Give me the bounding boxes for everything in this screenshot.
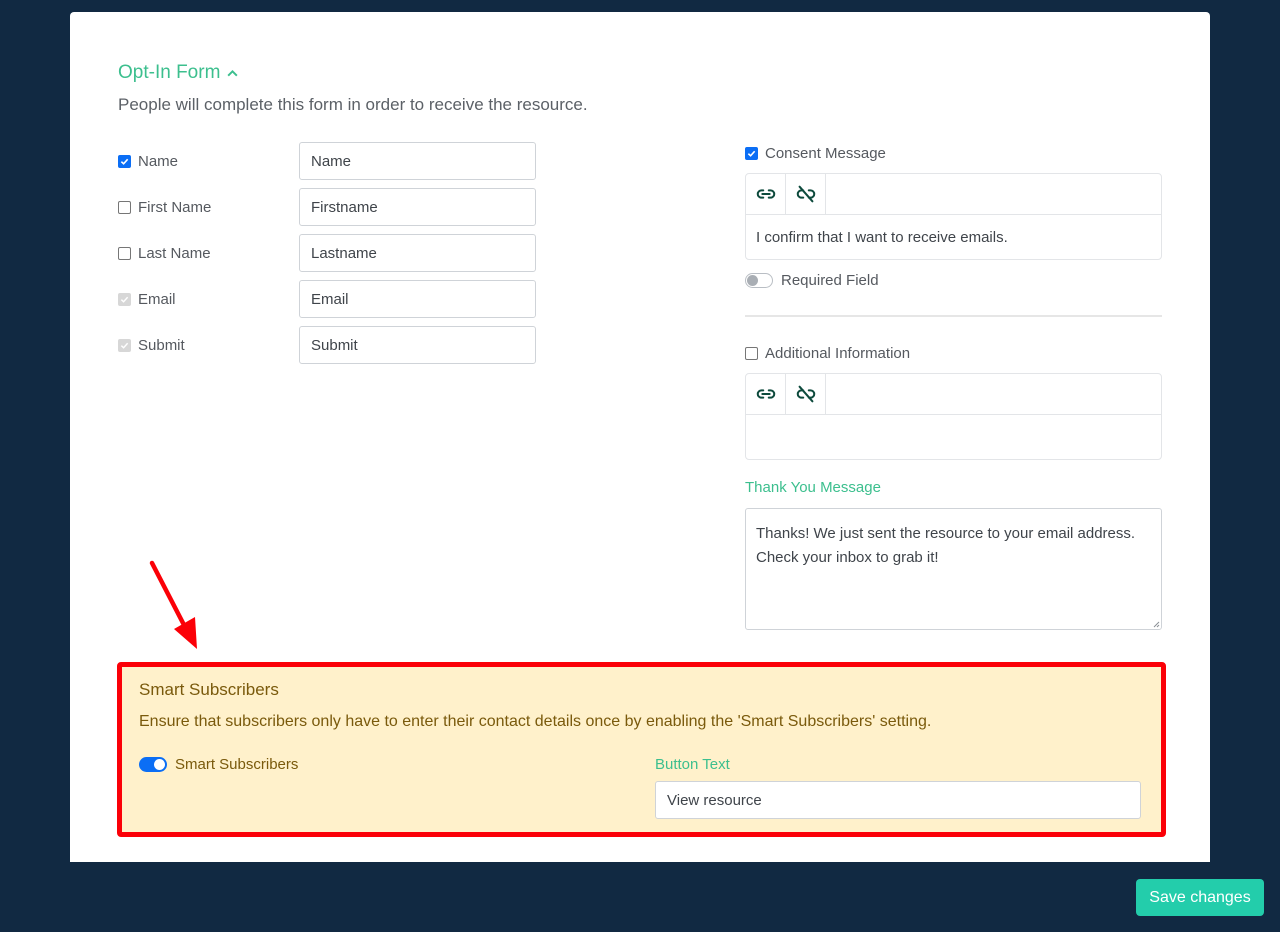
field-submit-label: Submit — [138, 336, 185, 354]
field-email-checkbox-label: Email — [118, 280, 176, 318]
link-icon — [756, 189, 775, 199]
consent-editor-body[interactable]: I confirm that I want to receive emails. — [746, 215, 1161, 259]
field-email-label: Email — [138, 290, 176, 308]
smart-subscribers-toggle-row: Smart Subscribers — [139, 756, 298, 773]
consent-checkbox-label[interactable]: Consent Message — [745, 145, 1162, 162]
consent-editor-toolbar — [746, 174, 1161, 215]
unlink-icon — [796, 185, 815, 203]
check-icon — [747, 150, 756, 157]
required-field-switch[interactable] — [745, 273, 773, 288]
optin-form-title: Opt-In Form — [118, 62, 221, 83]
additional-info-checkbox[interactable] — [745, 347, 758, 360]
check-icon — [120, 158, 129, 165]
resize-grip-icon[interactable] — [1152, 620, 1160, 628]
additional-link-button[interactable] — [746, 374, 786, 414]
field-row-name: Name Name — [118, 142, 538, 180]
unlink-icon — [796, 385, 815, 403]
field-row-submit: Submit Submit — [118, 326, 538, 364]
field-name-checkbox-label[interactable]: Name — [118, 142, 178, 180]
field-row-email: Email Email — [118, 280, 538, 318]
field-last-name-checkbox-label[interactable]: Last Name — [118, 234, 211, 272]
field-name-input[interactable]: Name — [299, 142, 536, 180]
consent-editor: I confirm that I want to receive emails. — [745, 173, 1162, 260]
field-row-first-name: First Name Firstname — [118, 188, 538, 226]
smart-subscribers-title: Smart Subscribers — [139, 680, 279, 699]
additional-info-label: Additional Information — [765, 345, 911, 362]
field-last-name-input[interactable]: Lastname — [299, 234, 536, 272]
smart-subscribers-switch[interactable] — [139, 757, 167, 772]
additional-info-editor-toolbar — [746, 374, 1161, 415]
additional-info-editor-body[interactable] — [746, 415, 1161, 459]
consent-checkbox[interactable] — [745, 147, 758, 160]
field-name-checkbox[interactable] — [118, 154, 131, 168]
thank-you-text: Thanks! We just sent the resource to you… — [756, 525, 1136, 566]
field-first-name-checkbox-label[interactable]: First Name — [118, 188, 211, 226]
field-last-name-checkbox[interactable] — [118, 246, 131, 260]
required-field-label: Required Field — [781, 272, 879, 289]
field-name-label: Name — [138, 152, 179, 170]
switch-knob — [154, 759, 165, 770]
check-icon — [120, 296, 129, 303]
smart-subscribers-panel: Smart Subscribers Ensure that subscriber… — [117, 662, 1166, 837]
field-email-checkbox — [118, 292, 131, 306]
optin-form-toggle[interactable]: Opt-In Form — [118, 62, 239, 84]
smart-subscribers-description: Ensure that subscribers only have to ent… — [139, 713, 932, 730]
smart-subscribers-toggle-label: Smart Subscribers — [175, 756, 299, 773]
annotation-arrow-icon — [149, 560, 197, 649]
button-text-input[interactable]: View resource — [655, 781, 1141, 819]
field-first-name-checkbox[interactable] — [118, 200, 131, 214]
thank-you-section: Thank You Message Thanks! We just sent t… — [745, 479, 1162, 630]
field-submit-input[interactable]: Submit — [299, 326, 536, 364]
thank-you-label: Thank You Message — [745, 479, 881, 496]
consent-unlink-button[interactable] — [786, 174, 826, 214]
field-submit-checkbox — [118, 338, 131, 352]
thank-you-textarea[interactable]: Thanks! We just sent the resource to you… — [745, 508, 1162, 630]
field-last-name-label: Last Name — [138, 244, 211, 262]
field-first-name-label: First Name — [138, 198, 212, 216]
button-text-label: Button Text — [655, 756, 730, 773]
field-submit-checkbox-label: Submit — [118, 326, 185, 364]
field-row-last-name: Last Name Lastname — [118, 234, 538, 272]
consent-section: Consent Message I confirm that I want to… — [745, 145, 1162, 317]
field-email-input[interactable]: Email — [299, 280, 536, 318]
additional-info-checkbox-label[interactable]: Additional Information — [745, 345, 1162, 362]
field-first-name-input[interactable]: Firstname — [299, 188, 536, 226]
consent-link-button[interactable] — [746, 174, 786, 214]
chevron-up-icon — [227, 69, 238, 76]
optin-form-description: People will complete this form in order … — [118, 95, 588, 114]
required-field-toggle-row: Required Field — [745, 272, 1162, 289]
check-icon — [120, 342, 129, 349]
switch-knob — [747, 275, 758, 286]
additional-unlink-button[interactable] — [786, 374, 826, 414]
additional-info-editor — [745, 373, 1162, 460]
consent-label: Consent Message — [765, 145, 886, 162]
link-icon — [756, 389, 775, 399]
section-divider — [745, 315, 1162, 317]
save-changes-button[interactable]: Save changes — [1136, 879, 1264, 916]
additional-info-section: Additional Information — [745, 345, 1162, 460]
